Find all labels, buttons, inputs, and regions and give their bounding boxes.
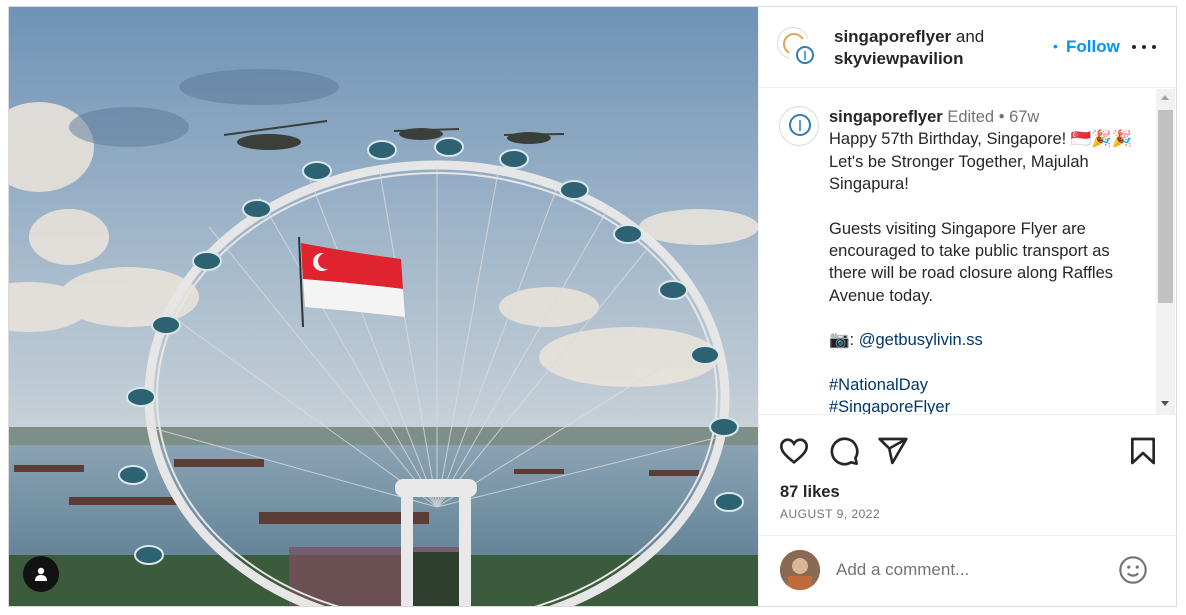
singaporeflyer-logo-icon [789,114,811,136]
hashtag-nationalday[interactable]: #NationalDay [829,376,928,394]
tagged-users-button[interactable] [23,556,59,592]
collaborator-avatar[interactable] [789,39,821,71]
more-options-icon[interactable] [1131,35,1157,57]
author-username[interactable]: singaporeflyer [834,27,951,46]
post-dialog: singaporeflyer and skyviewpavilion • Fol… [8,6,1177,607]
follow-button[interactable]: Follow [1066,37,1120,57]
add-comment-bar [759,535,1177,606]
current-user-avatar [780,550,820,590]
post-header: singaporeflyer and skyviewpavilion • Fol… [759,7,1177,88]
post-image[interactable] [9,7,758,606]
comment-input[interactable] [836,558,1106,582]
scroll-up-arrow-icon[interactable] [1161,95,1169,100]
post-photo [9,7,758,606]
follow-separator: • [1053,38,1058,54]
meta-dot: • [998,108,1005,126]
photo-credit-link[interactable]: @getbusylivin.ss [859,331,983,349]
caption-line-1: Happy 57th Birthday, Singapore! 🇸🇬🎉🎉Let'… [829,130,1133,194]
caption-username[interactable]: singaporeflyer [829,108,943,126]
caption-scrollbar[interactable] [1156,89,1175,414]
hashtag-singaporeflyer[interactable]: #SingaporeFlyer [829,398,950,414]
credit-separator: : [849,331,859,350]
post-actions: 87 likes AUGUST 9, 2022 [759,414,1177,534]
skyviewpavilion-logo-icon [796,46,814,64]
post-age[interactable]: 67w [1009,108,1039,126]
edited-label: Edited [947,108,995,126]
collaborator-username[interactable]: skyviewpavilion [834,49,963,68]
send-icon[interactable] [877,435,909,467]
comment-icon[interactable] [828,435,860,467]
emoji-icon[interactable] [1117,554,1149,586]
caption-area: singaporeflyer Edited • 67w Happy 57th B… [759,89,1177,414]
person-icon [35,567,47,581]
heart-icon[interactable] [778,435,810,467]
caption-avatar[interactable] [779,106,819,146]
camera-emoji: 📷 [829,331,850,350]
authors-conjunction: and [955,27,985,46]
scrollbar-thumb[interactable] [1158,110,1173,303]
scroll-down-arrow-icon[interactable] [1161,401,1169,406]
user-photo-icon [780,550,820,590]
post-date[interactable]: AUGUST 9, 2022 [780,507,880,521]
post-caption: singaporeflyer Edited • 67w Happy 57th B… [829,106,1149,414]
likes-count[interactable]: 87 likes [780,483,840,502]
caption-line-2: Guests visiting Singapore Flyer are enco… [829,219,1114,305]
post-side-panel: singaporeflyer and skyviewpavilion • Fol… [758,7,1177,606]
post-authors: singaporeflyer and skyviewpavilion [834,26,984,70]
bookmark-icon[interactable] [1127,435,1159,467]
